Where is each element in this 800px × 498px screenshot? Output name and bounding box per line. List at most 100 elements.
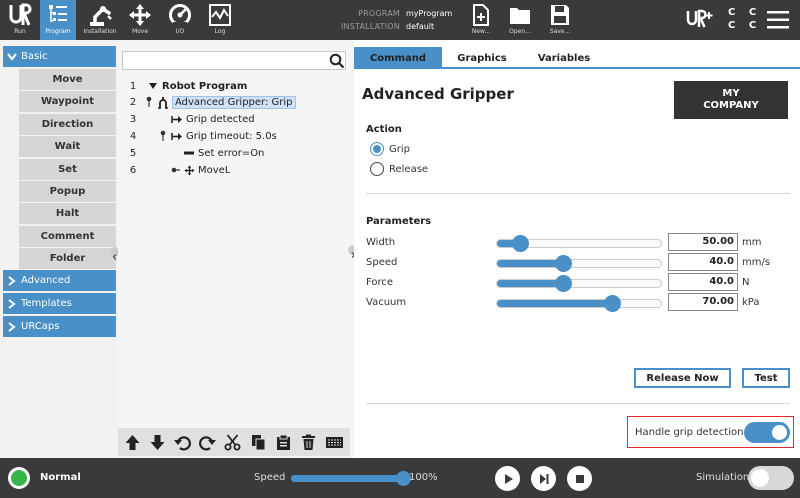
open-button[interactable]: Open...: [504, 0, 536, 40]
new-file-icon: [473, 4, 489, 26]
tree-node-grip-detected[interactable]: Grip detected: [170, 111, 255, 127]
release-now-button[interactable]: Release Now: [634, 368, 731, 388]
category-basic-label: Basic: [21, 51, 48, 62]
tree-node-movel[interactable]: MoveL: [170, 162, 230, 178]
param-label: Speed: [366, 257, 398, 268]
new-label: New...: [471, 28, 491, 35]
category-basic[interactable]: Basic: [3, 46, 116, 67]
play-button[interactable]: [495, 466, 520, 491]
menu-button[interactable]: [766, 10, 790, 34]
slider-knob[interactable]: [603, 295, 621, 312]
param-slider[interactable]: [496, 275, 662, 292]
move-up-icon[interactable]: [124, 434, 141, 451]
nav-move-label: Move: [131, 28, 149, 35]
nav-run-button[interactable]: Run: [0, 0, 40, 40]
chevron-right-icon: [8, 298, 16, 309]
collapse-pin-icon[interactable]: [146, 96, 152, 108]
sidebar-item[interactable]: Halt: [19, 203, 116, 225]
nav-log-button[interactable]: Log: [202, 0, 238, 40]
slider-knob[interactable]: [554, 255, 572, 272]
tree-search-button[interactable]: [329, 53, 345, 73]
program-node-sidebar: Basic Move Waypoint Direction Wait Set Popup H…: [0, 40, 120, 458]
slider-fill: [497, 300, 612, 307]
nav-move-button[interactable]: Move: [122, 0, 158, 40]
slider-knob[interactable]: [511, 235, 529, 252]
param-value-input[interactable]: 50.00: [668, 233, 738, 251]
sidebar-item[interactable]: Wait: [19, 136, 116, 158]
cut-icon[interactable]: [224, 433, 241, 451]
test-button[interactable]: Test: [742, 368, 790, 388]
tree-search-input[interactable]: [122, 51, 346, 70]
paste-icon[interactable]: [275, 434, 292, 451]
tree-node-advanced-gripper[interactable]: Advanced Gripper: Grip: [144, 94, 296, 110]
param-slider[interactable]: [496, 235, 662, 252]
param-slider[interactable]: [496, 295, 662, 312]
slider-knob[interactable]: [554, 275, 572, 292]
sidebar-item[interactable]: Set: [19, 158, 116, 180]
speed-slider[interactable]: [291, 471, 411, 486]
radio-grip-button[interactable]: [370, 142, 384, 156]
sidebar-item[interactable]: Folder: [19, 248, 116, 270]
parameters-section-title: Parameters: [366, 216, 432, 227]
expand-triangle-icon[interactable]: [149, 82, 157, 90]
param-value-input[interactable]: 70.00: [668, 293, 738, 311]
tree-node-robot-program[interactable]: Robot Program: [146, 78, 247, 94]
top-bar: Run Program Installation Move I/O Log PR…: [0, 0, 800, 40]
param-label: Width: [366, 237, 396, 248]
tab-command[interactable]: Command: [354, 47, 442, 69]
tab-variables[interactable]: Variables: [522, 47, 606, 69]
save-label: Save...: [549, 28, 571, 35]
nav-io-button[interactable]: I/O: [162, 0, 198, 40]
new-button[interactable]: New...: [466, 0, 496, 40]
line-number: 3: [129, 114, 137, 125]
open-label: Open...: [509, 28, 531, 35]
radio-release-button[interactable]: [370, 162, 384, 176]
nav-run-label: Run: [14, 28, 26, 35]
undo-icon[interactable]: [174, 434, 192, 451]
category-templates[interactable]: Templates: [3, 293, 116, 314]
sidebar-item[interactable]: Comment: [19, 225, 116, 247]
robot-status-button[interactable]: [8, 467, 30, 489]
category-advanced[interactable]: Advanced: [3, 270, 116, 291]
grip-detection-toggle[interactable]: [744, 422, 790, 443]
nav-program-button[interactable]: Program: [40, 0, 76, 40]
radio-release[interactable]: Release: [370, 162, 428, 176]
collapse-pin-icon[interactable]: [171, 167, 180, 173]
sidebar-item[interactable]: Popup: [19, 181, 116, 202]
param-value-input[interactable]: 40.0: [668, 253, 738, 271]
save-button[interactable]: Save...: [544, 0, 576, 40]
stop-button[interactable]: [567, 466, 592, 491]
bottom-bar: Normal Speed 100% Simulation: [0, 458, 800, 498]
sidebar-item[interactable]: Waypoint: [19, 91, 116, 113]
ur-plus-button[interactable]: [686, 8, 714, 34]
copy-icon[interactable]: [250, 434, 267, 451]
tree-node-grip-timeout[interactable]: Grip timeout: 5.0s: [158, 128, 277, 144]
step-button[interactable]: [531, 466, 556, 491]
delete-icon[interactable]: [300, 434, 317, 451]
simulation-toggle[interactable]: [748, 466, 794, 490]
radio-grip[interactable]: Grip: [370, 142, 410, 156]
param-value-input[interactable]: 40.0: [668, 273, 738, 291]
category-urcaps[interactable]: URCaps: [3, 316, 116, 337]
tree-node-set-error[interactable]: Set error=On: [182, 145, 264, 161]
tab-graphics[interactable]: Graphics: [442, 47, 522, 69]
chevron-right-icon: [8, 321, 16, 332]
nav-program-label: Program: [45, 28, 71, 35]
move-down-icon[interactable]: [149, 434, 166, 451]
line-number: 2: [129, 97, 137, 108]
installation-name: default: [406, 22, 435, 31]
grip-detection-row: Handle grip detection: [627, 416, 794, 448]
suppress-icon[interactable]: [325, 434, 344, 451]
hamburger-menu-icon: [767, 11, 789, 29]
param-slider[interactable]: [496, 255, 662, 272]
gripper-icon: [158, 96, 168, 109]
chevron-down-icon: [7, 52, 17, 61]
line-number: 1: [129, 81, 137, 92]
nav-installation-button[interactable]: Installation: [80, 0, 120, 40]
sidebar-item[interactable]: Direction: [19, 113, 116, 135]
redo-icon[interactable]: [199, 434, 217, 451]
sidebar-item[interactable]: Move: [19, 69, 116, 90]
collapse-pin-icon[interactable]: [160, 130, 166, 142]
tree-node-label: Robot Program: [162, 80, 248, 92]
param-unit: kPa: [742, 297, 760, 308]
